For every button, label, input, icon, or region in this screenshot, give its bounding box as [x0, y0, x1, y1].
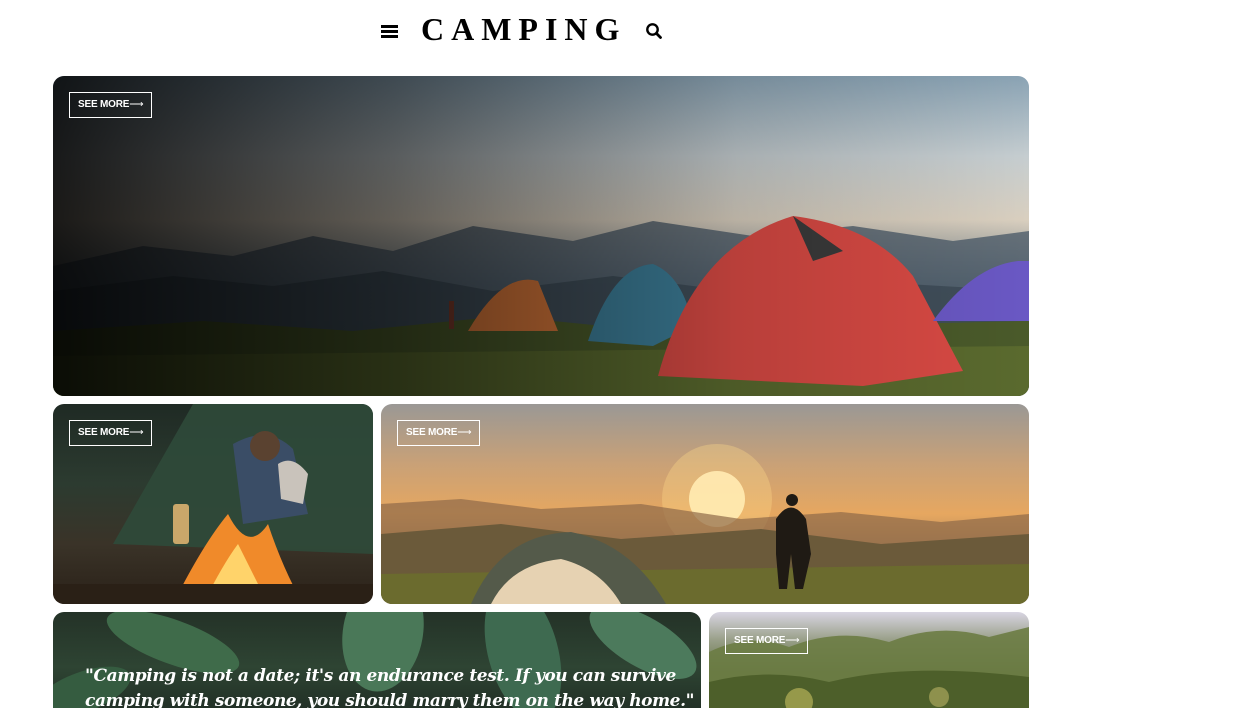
campfire-card[interactable]: SEE MORE⟶ — [53, 404, 373, 604]
camping-quote: "Camping is not a date; it's an enduranc… — [85, 666, 695, 708]
hero-card-tents[interactable]: SEE MORE⟶ — [53, 76, 1029, 396]
see-more-button[interactable]: SEE MORE⟶ — [69, 420, 153, 446]
quote-card: "Camping is not a date; it's an enduranc… — [53, 612, 701, 708]
forest-image — [709, 627, 1029, 708]
see-more-label: SEE MORE — [78, 99, 130, 110]
sunset-card[interactable]: SEE MORE⟶ — [381, 404, 1029, 604]
hero-shade-overlay — [53, 76, 1029, 396]
see-more-label: SEE MORE — [78, 427, 130, 438]
site-logo[interactable]: CAMPING — [421, 10, 621, 50]
hamburger-menu-icon[interactable] — [381, 25, 398, 38]
site-header: CAMPING — [0, 0, 1258, 62]
arrow-right-icon: ⟶ — [129, 99, 144, 110]
see-more-button[interactable]: SEE MORE⟶ — [397, 420, 481, 446]
arrow-right-icon: ⟶ — [785, 635, 800, 646]
search-icon[interactable] — [645, 22, 663, 40]
forest-card[interactable]: SEE MORE⟶ — [709, 612, 1029, 708]
see-more-label: SEE MORE — [734, 635, 786, 646]
see-more-label: SEE MORE — [406, 427, 458, 438]
see-more-button[interactable]: SEE MORE⟶ — [69, 92, 153, 118]
arrow-right-icon: ⟶ — [129, 427, 144, 438]
see-more-button[interactable]: SEE MORE⟶ — [725, 628, 809, 654]
arrow-right-icon: ⟶ — [457, 427, 472, 438]
